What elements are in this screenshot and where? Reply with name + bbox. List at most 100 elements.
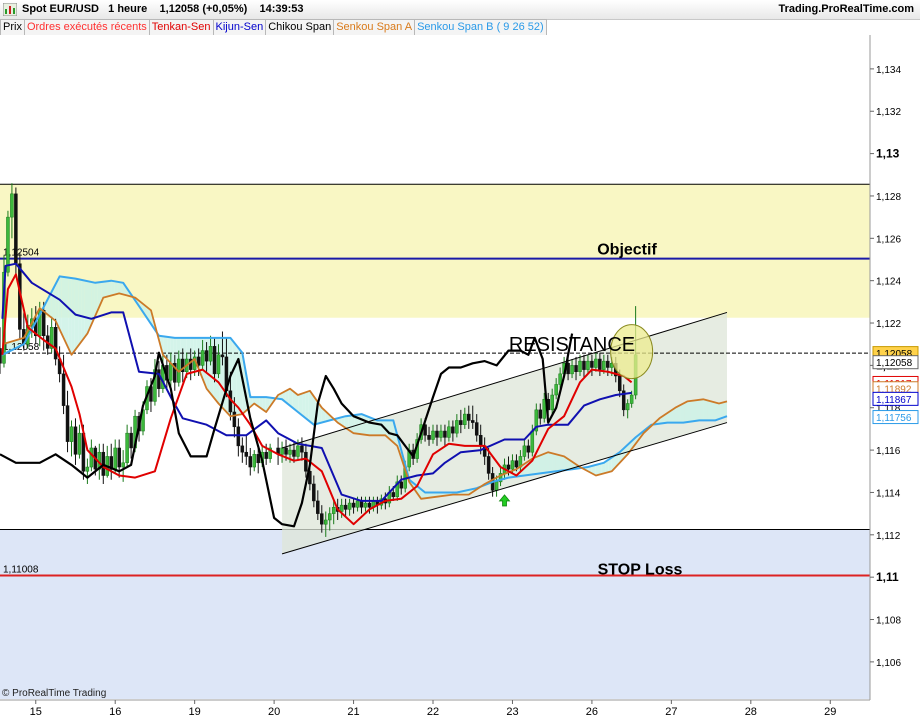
candle-body	[73, 426, 78, 455]
candle-body	[240, 445, 245, 453]
candle-body	[280, 447, 284, 455]
cloud-segment	[680, 403, 685, 423]
candle-body	[582, 360, 586, 370]
candle-body	[602, 360, 606, 370]
candle-body	[264, 451, 268, 459]
candle-body	[331, 507, 336, 514]
cloud-segment	[111, 280, 115, 296]
cloud-segment	[302, 392, 306, 418]
cloud-segment	[78, 279, 82, 346]
cloud-segment	[71, 278, 75, 355]
candle-body	[574, 365, 578, 372]
legend-item-chikou-span[interactable]: Chikou Span	[266, 19, 335, 36]
candle-body	[391, 492, 396, 497]
candle-body	[236, 426, 241, 447]
title-bar: Spot EUR/USD 1 heure 1,12058 (+0,05%) 14…	[0, 0, 920, 20]
price-tick-label: 1,114	[876, 488, 901, 499]
legend-item-tenkan-sen[interactable]: Tenkan-Sen	[149, 19, 214, 36]
price-tick-label: 1,134	[876, 65, 901, 76]
cloud-segment	[81, 279, 85, 342]
legend-item-kijun-sen[interactable]: Kijun-Sen	[213, 19, 267, 36]
candle-body	[248, 456, 253, 468]
cloud-segment	[361, 414, 365, 435]
candle-body	[10, 193, 14, 218]
candle-body	[478, 435, 483, 447]
candle-body	[530, 430, 535, 453]
cloud-segment	[308, 391, 312, 424]
candle	[6, 210, 10, 277]
cloud-segment	[114, 281, 118, 295]
candle-body	[439, 430, 443, 438]
zone-lower	[0, 529, 870, 699]
price-tick-label: 1,108	[876, 616, 901, 627]
cloud-segment	[687, 400, 691, 422]
cloud-segment	[368, 416, 372, 436]
cloud-segment	[700, 399, 704, 421]
candle-body	[510, 460, 515, 470]
candle-body	[252, 454, 256, 468]
candle-body	[363, 502, 368, 508]
cloud-segment	[703, 399, 708, 421]
candle-body	[69, 426, 74, 442]
candle-body	[0, 348, 2, 364]
candle-body	[558, 373, 562, 385]
candle-body	[65, 405, 70, 442]
candle-body	[339, 504, 344, 512]
time-tick-label: 19	[189, 706, 201, 718]
candle-body	[514, 460, 519, 468]
brand-name[interactable]: Trading.ProRealTime.com	[778, 3, 914, 15]
price-chart[interactable]: 1,125041,120581,11008ObjectifRESISTANCES…	[0, 35, 920, 720]
candle-body	[85, 466, 90, 472]
candle-body	[292, 449, 296, 457]
cloud-segment	[713, 402, 718, 421]
candle-body	[447, 426, 451, 438]
candle-body	[542, 399, 546, 419]
legend-item-ordres-ex-cut-s-r-cents[interactable]: Ordres exécutés récents	[24, 19, 150, 36]
time-tick-label: 23	[506, 706, 518, 718]
cloud-segment	[549, 452, 553, 473]
candle-body	[61, 373, 66, 406]
legend-item-prix[interactable]: Prix	[0, 19, 25, 36]
candle-body	[288, 449, 292, 455]
candle-body	[304, 451, 308, 472]
cloud-segment	[552, 453, 556, 472]
candle-body	[467, 413, 471, 421]
price-tick-label: 1,122	[876, 319, 901, 330]
candle-body	[594, 358, 598, 368]
candle-body	[494, 481, 499, 491]
candle-body	[256, 454, 260, 464]
stop-label: STOP Loss	[598, 561, 683, 578]
candle-body	[320, 513, 324, 525]
cloud-segment	[559, 455, 563, 471]
candle-body	[470, 420, 475, 423]
cloud-segment	[107, 280, 112, 297]
candle-body	[526, 445, 531, 453]
legend-item-senkou-span-a[interactable]: Senkou Span A	[334, 19, 416, 36]
cloud-segment	[539, 454, 543, 474]
cloud-segment	[545, 452, 550, 473]
candle-body	[443, 430, 447, 438]
candle-body	[316, 500, 320, 514]
price-tick-label: 1,116	[876, 446, 901, 457]
time-tick-label: 22	[427, 706, 439, 718]
candle-body	[169, 363, 173, 381]
candle-body	[486, 456, 491, 474]
resistance-label: RESISTANCE	[509, 334, 635, 356]
candle-body	[244, 451, 249, 457]
candle-body	[431, 430, 435, 440]
candle-body	[14, 193, 18, 264]
candle-body	[232, 411, 237, 428]
candle-body	[455, 420, 459, 434]
candle-body	[296, 445, 300, 457]
cloud-segment	[555, 454, 559, 472]
candle-body	[208, 346, 213, 362]
candle-body	[204, 350, 209, 362]
candle-body	[327, 513, 332, 521]
candle-body	[522, 445, 527, 457]
candle-body	[6, 216, 10, 273]
candle-body	[598, 358, 602, 370]
price-tick-label: 1,11	[876, 570, 899, 584]
candle-body	[77, 432, 82, 455]
legend-item-senkou-span-b-9-26-52[interactable]: Senkou Span B ( 9 26 52)	[415, 19, 547, 36]
candle-body	[463, 413, 467, 425]
